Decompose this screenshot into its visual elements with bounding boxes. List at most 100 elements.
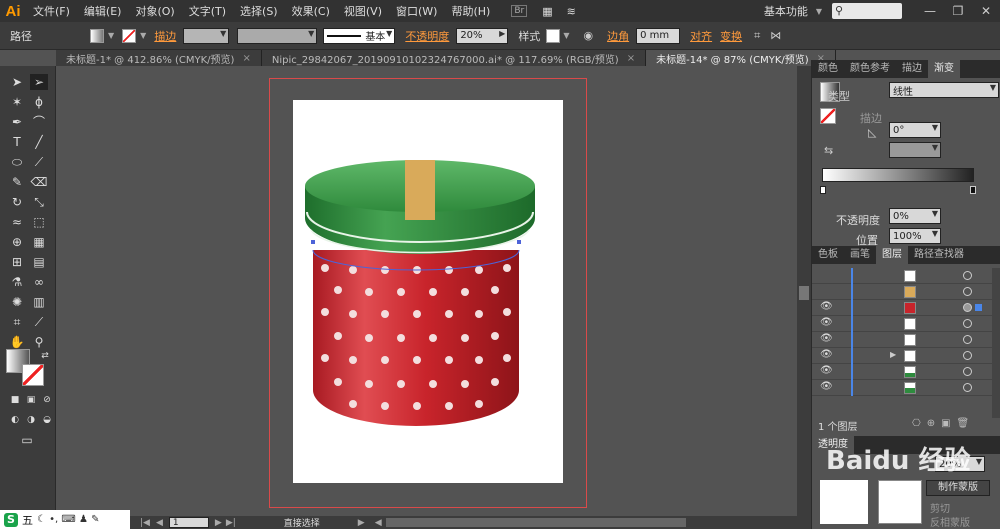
- layer-target[interactable]: [963, 335, 972, 344]
- graphic-style-swatch[interactable]: [546, 28, 561, 43]
- visibility-eye-icon[interactable]: 👁: [820, 333, 833, 344]
- layer-row[interactable]: 👁: [812, 332, 992, 348]
- slice-tool-icon[interactable]: ⟋: [30, 314, 48, 330]
- eyedropper-tool-icon[interactable]: ⚗: [8, 274, 26, 290]
- column-graph-tool-icon[interactable]: ▥: [30, 294, 48, 310]
- tab-close-icon[interactable]: ×: [242, 53, 250, 64]
- horizontal-scrollbar[interactable]: [385, 518, 686, 527]
- symbol-sprayer-tool-icon[interactable]: ✺: [8, 294, 26, 310]
- tab-document-3[interactable]: 未标题-14* @ 87% (CMYK/预览) ×: [646, 50, 837, 66]
- tab-color-guide[interactable]: 颜色参考: [844, 60, 896, 78]
- stroke-weight-field[interactable]: ▼: [183, 27, 230, 44]
- perspective-grid-tool-icon[interactable]: ▦: [30, 234, 48, 250]
- prev-artboard-icon[interactable]: ◀: [156, 518, 163, 528]
- rotate-tool-icon[interactable]: ↻: [8, 194, 26, 210]
- shape-builder-tool-icon[interactable]: ⊕: [8, 234, 26, 250]
- visibility-eye-icon[interactable]: 👁: [820, 301, 833, 312]
- gradient-slider[interactable]: [822, 168, 974, 182]
- reverse-gradient-icon[interactable]: ⇆: [824, 144, 833, 157]
- direct-selection-tool-icon[interactable]: ➢: [30, 74, 48, 90]
- workspace-switcher[interactable]: 基本功能: [764, 3, 808, 19]
- artboard-tool-icon[interactable]: ⌗: [8, 314, 26, 330]
- ime-logo[interactable]: S: [4, 512, 18, 527]
- layer-target[interactable]: [963, 383, 972, 392]
- tab-brushes[interactable]: 画笔: [844, 246, 876, 264]
- type-tool-icon[interactable]: T: [8, 134, 26, 150]
- align-link[interactable]: 对齐: [690, 28, 712, 44]
- layer-row[interactable]: 👁: [812, 300, 992, 316]
- ime-mode[interactable]: 五: [22, 512, 33, 528]
- pen-tool-icon[interactable]: ✒: [8, 114, 26, 130]
- visibility-eye-icon[interactable]: 👁: [820, 381, 833, 392]
- layer-target[interactable]: [963, 271, 972, 280]
- artboard-number-field[interactable]: 1: [168, 517, 209, 528]
- workspace-chevron-icon[interactable]: ▼: [816, 7, 822, 16]
- graphic-style-dropdown-icon[interactable]: ▼: [563, 31, 569, 40]
- hscroll-left-icon[interactable]: ◀: [375, 518, 382, 528]
- draw-inside-icon[interactable]: ◒: [38, 412, 56, 428]
- none-mode-icon[interactable]: ⊘: [38, 392, 56, 408]
- vertical-scrollbar[interactable]: [797, 66, 811, 516]
- close-button[interactable]: ✕: [972, 4, 1000, 18]
- first-artboard-icon[interactable]: |◀: [140, 518, 150, 528]
- tab-document-2[interactable]: Nipic_29842067_20190910102324767000.ai* …: [261, 50, 647, 66]
- blend-tool-icon[interactable]: ∞: [30, 274, 48, 290]
- pencil-tool-icon[interactable]: ✎: [8, 174, 26, 190]
- isolate-object-icon[interactable]: ⌗: [754, 29, 760, 43]
- menu-select[interactable]: 选择(S): [233, 3, 285, 19]
- expand-arrow-icon[interactable]: ▶: [890, 350, 896, 359]
- lid-ribbon[interactable]: [405, 160, 435, 220]
- tab-close-icon[interactable]: ×: [627, 53, 635, 64]
- selection-tool-icon[interactable]: ➤: [8, 74, 26, 90]
- stop-opacity-field[interactable]: 0% ▼: [889, 208, 941, 224]
- menu-window[interactable]: 窗口(W): [389, 3, 444, 19]
- layer-target[interactable]: [963, 303, 972, 312]
- gradient-stop-right[interactable]: [970, 186, 976, 194]
- aspect-ratio-field[interactable]: ▼: [889, 142, 941, 158]
- menu-object[interactable]: 对象(O): [128, 3, 181, 19]
- corner-link[interactable]: 边角: [607, 28, 629, 44]
- layer-target[interactable]: [963, 351, 972, 360]
- layer-row[interactable]: [812, 268, 992, 284]
- stroke-swatch[interactable]: [122, 28, 137, 43]
- magic-wand-tool-icon[interactable]: ✶: [8, 94, 26, 110]
- anchor-point[interactable]: [517, 240, 521, 244]
- transform-link[interactable]: 变换: [720, 28, 742, 44]
- menu-file[interactable]: 文件(F): [26, 3, 77, 19]
- ime-tool-icons[interactable]: ☾ •, ⌨ ♟ ✎: [37, 514, 100, 525]
- stop-position-field[interactable]: 100% ▼: [889, 228, 941, 244]
- minimize-button[interactable]: —: [916, 4, 944, 18]
- stroke-color-swatch[interactable]: [22, 364, 44, 386]
- gift-box-artwork[interactable]: [293, 100, 563, 483]
- scrollbar-thumb[interactable]: [799, 286, 809, 300]
- layer-row[interactable]: 👁: [812, 316, 992, 332]
- status-menu-icon[interactable]: ▶: [358, 518, 365, 528]
- anchor-point[interactable]: [311, 240, 315, 244]
- visibility-eye-icon[interactable]: 👁: [820, 365, 833, 376]
- tab-swatches[interactable]: 色板: [812, 246, 844, 264]
- panel-menu-icon[interactable]: ⋈: [770, 29, 781, 42]
- invert-mask-checkbox[interactable]: 反相蒙版: [930, 514, 970, 529]
- layer-target[interactable]: [963, 367, 972, 376]
- visibility-eye-icon[interactable]: 👁: [820, 317, 833, 328]
- menu-help[interactable]: 帮助(H): [444, 3, 497, 19]
- eraser-tool-icon[interactable]: ⌫: [30, 174, 48, 190]
- visibility-eye-icon[interactable]: 👁: [820, 349, 833, 360]
- layer-row[interactable]: [812, 284, 992, 300]
- corner-radius-field[interactable]: 0 mm: [636, 27, 681, 44]
- layer-row[interactable]: 👁 ▶: [812, 348, 992, 364]
- menu-view[interactable]: 视图(V): [337, 3, 389, 19]
- swap-fill-stroke-icon[interactable]: ⇄: [36, 348, 54, 364]
- recolor-artwork-icon[interactable]: ◉: [583, 29, 593, 42]
- tab-document-1[interactable]: 未标题-1* @ 412.86% (CMYK/预览) ×: [56, 50, 262, 66]
- fill-swatch[interactable]: [90, 28, 104, 43]
- layer-row[interactable]: 👁: [812, 364, 992, 380]
- tab-stroke[interactable]: 描边: [896, 60, 928, 78]
- layers-scrollbar[interactable]: [992, 268, 1000, 418]
- gpu-performance-icon[interactable]: ≋: [560, 5, 583, 18]
- opacity-field[interactable]: 20% ▶: [456, 27, 509, 44]
- arrange-documents-icon[interactable]: ▦: [535, 5, 559, 18]
- gradient-type-dropdown[interactable]: 线性 ▼: [889, 82, 999, 98]
- screen-mode-icon[interactable]: ▭: [18, 432, 36, 448]
- help-search-input[interactable]: ⚲: [832, 3, 902, 19]
